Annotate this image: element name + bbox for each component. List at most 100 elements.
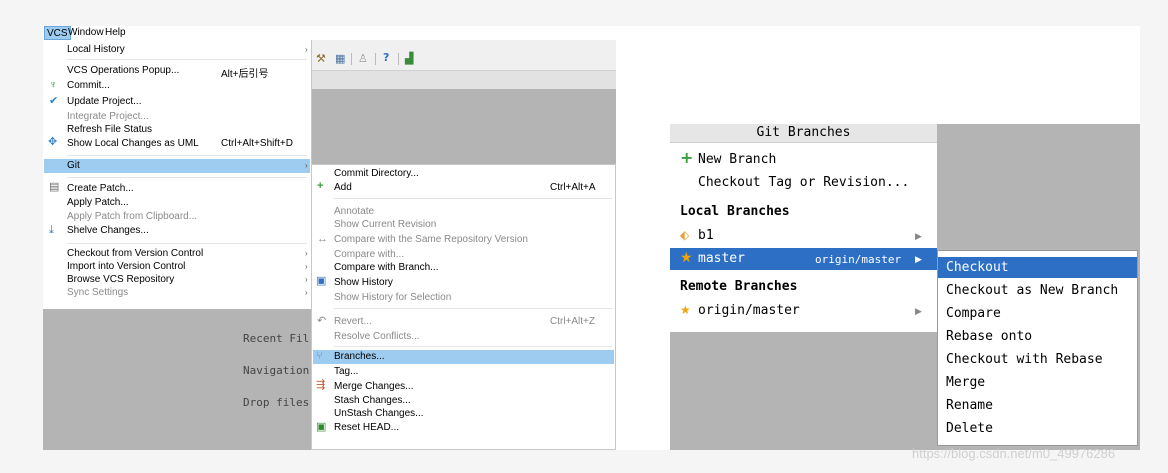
git-tag[interactable]: Tag... [334,366,358,377]
menu-separator [67,243,307,244]
menu-refresh-file-status[interactable]: Refresh File Status [67,124,152,135]
menubar: VCS Window Help [43,26,311,40]
menu-separator [67,177,307,178]
menu-separator [67,59,307,60]
reset-head-icon: ▣ [316,421,327,433]
shortcut-label: Ctrl+Alt+Shift+D [221,138,293,149]
revert-icon: ↶ [317,315,327,327]
branch-master-tracking: origin/master [815,253,902,266]
menu-vcs-operations-popup[interactable]: VCS Operations Popup... [67,65,179,76]
watermark: https://blog.csdn.net/m0_49976286 [912,446,1116,461]
menu-apply-patch-clipboard: Apply Patch from Clipboard... [67,211,198,222]
git-branches[interactable]: Branches... [334,351,385,362]
submenu-arrow-icon: › [305,249,308,258]
menubar-vcs[interactable]: VCS [44,26,71,40]
branch-master[interactable]: master [698,251,745,266]
menubar-window[interactable]: Window [68,26,104,40]
git-resolve-conflicts: Resolve Conflicts... [334,331,420,342]
git-merge-changes[interactable]: Merge Changes... [334,381,414,392]
toolbar-wrench-icon[interactable]: ⚒ [316,53,326,64]
submenu-arrow-icon: › [305,275,308,284]
menu-checkout-from-vc[interactable]: Checkout from Version Control [67,248,203,259]
git-show-history[interactable]: Show History [334,277,393,288]
welcome-recent-files: Recent Fil [243,332,310,345]
menu-separator [334,346,612,347]
new-branch-plus-icon: + [680,148,694,167]
submenu-arrow-icon: › [305,288,308,297]
context-compare[interactable]: Compare [946,306,1001,321]
submenu-arrow-icon: › [305,161,308,170]
menu-commit[interactable]: Commit... [67,80,110,91]
git-compare-with-branch[interactable]: Compare with Branch... [334,262,439,273]
git-submenu: Commit Directory... + Add Ctrl+Alt+A Ann… [311,164,616,450]
menu-separator [334,198,612,199]
git-reset-head[interactable]: Reset HEAD... [334,422,399,433]
tag-icon: ⬖ [680,228,690,242]
toolbar-separator [398,53,399,65]
menu-git[interactable]: Git [67,160,80,171]
menu-sync-settings: Sync Settings [67,287,129,298]
git-commit-directory[interactable]: Commit Directory... [334,168,419,179]
ide-top-fill [311,26,616,40]
menu-browse-vcs-repository[interactable]: Browse VCS Repository [67,274,174,285]
menu-git-highlight [44,159,310,173]
checkout-tag-item[interactable]: Checkout Tag or Revision... [698,175,909,190]
toolbar-help-icon[interactable]: ? [383,52,389,63]
context-checkout-new-branch[interactable]: Checkout as New Branch [946,283,1118,298]
submenu-arrow-icon: › [305,45,308,54]
shelve-icon: ⤓ [49,224,54,236]
git-unstash-changes[interactable]: UnStash Changes... [334,408,424,419]
menu-import-into-vc[interactable]: Import into Version Control [67,261,185,272]
context-merge[interactable]: Merge [946,375,985,390]
toolbar-vcs-icon[interactable]: ▟ [405,53,413,64]
star-icon: ★ [680,250,693,266]
menu-show-local-changes-uml[interactable]: Show Local Changes as UML [67,138,199,149]
star-icon: ★ [680,303,691,317]
create-patch-icon: ▤ [49,181,60,193]
branch-context-menu: Checkout Checkout as New Branch Compare … [937,250,1138,446]
ide-toolbar-strip [311,70,616,89]
git-revert: Revert... [334,316,372,327]
shortcut-label: Alt+后引号 [221,69,269,80]
context-checkout[interactable]: Checkout [946,260,1009,275]
chevron-right-icon: ▶ [915,307,922,317]
branch-b1[interactable]: b1 [698,228,714,243]
git-add[interactable]: Add [334,182,352,193]
history-icon: ▣ [316,275,327,287]
remote-branches-header: Remote Branches [680,279,798,294]
branch-origin-master[interactable]: origin/master [698,303,800,318]
new-branch-item[interactable]: New Branch [698,152,776,167]
vcs-menu: Local History › VCS Operations Popup... … [43,40,312,309]
git-compare-same-version: Compare with the Same Repository Version [334,234,528,245]
chevron-right-icon: ▶ [915,255,922,265]
context-delete[interactable]: Delete [946,421,993,436]
menu-update-project[interactable]: Update Project... [67,96,141,107]
menu-local-history[interactable]: Local History [67,44,125,55]
toolbar-separator [351,53,352,65]
left-screenshot: ⚒ ▦ ♙ ? ▟ VCS Window Help Local History … [43,26,616,450]
git-show-current-revision: Show Current Revision [334,219,437,230]
context-checkout-with-rebase[interactable]: Checkout with Rebase [946,352,1103,367]
toolbar-separator [375,53,376,65]
welcome-drop-files: Drop files [243,396,310,409]
git-stash-changes[interactable]: Stash Changes... [334,395,411,406]
context-rebase-onto[interactable]: Rebase onto [946,329,1032,344]
menu-shelve-changes[interactable]: Shelve Changes... [67,225,149,236]
toolbar-structure-icon[interactable]: ▦ [335,53,345,64]
right-screenshot: Git Branches + New Branch Checkout Tag o… [616,26,1140,450]
git-annotate: Annotate [334,206,375,217]
menubar-help[interactable]: Help [105,26,126,40]
context-rename[interactable]: Rename [946,398,993,413]
branches-icon: ⑂ [316,350,323,362]
menu-integrate-project: Integrate Project... [67,111,149,122]
submenu-arrow-icon: › [305,262,308,271]
git-show-history-selection: Show History for Selection [334,292,452,303]
uml-icon: ✥ [48,136,58,148]
shortcut-label: Ctrl+Alt+Z [550,316,596,327]
local-branches-header: Local Branches [680,204,790,219]
menu-create-patch[interactable]: Create Patch... [67,183,134,194]
merge-icon: ⇶ [316,379,326,391]
toolbar-person-icon[interactable]: ♙ [358,53,368,64]
menu-apply-patch[interactable]: Apply Patch... [67,197,129,208]
git-branches-popup: Git Branches + New Branch Checkout Tag o… [670,124,937,332]
